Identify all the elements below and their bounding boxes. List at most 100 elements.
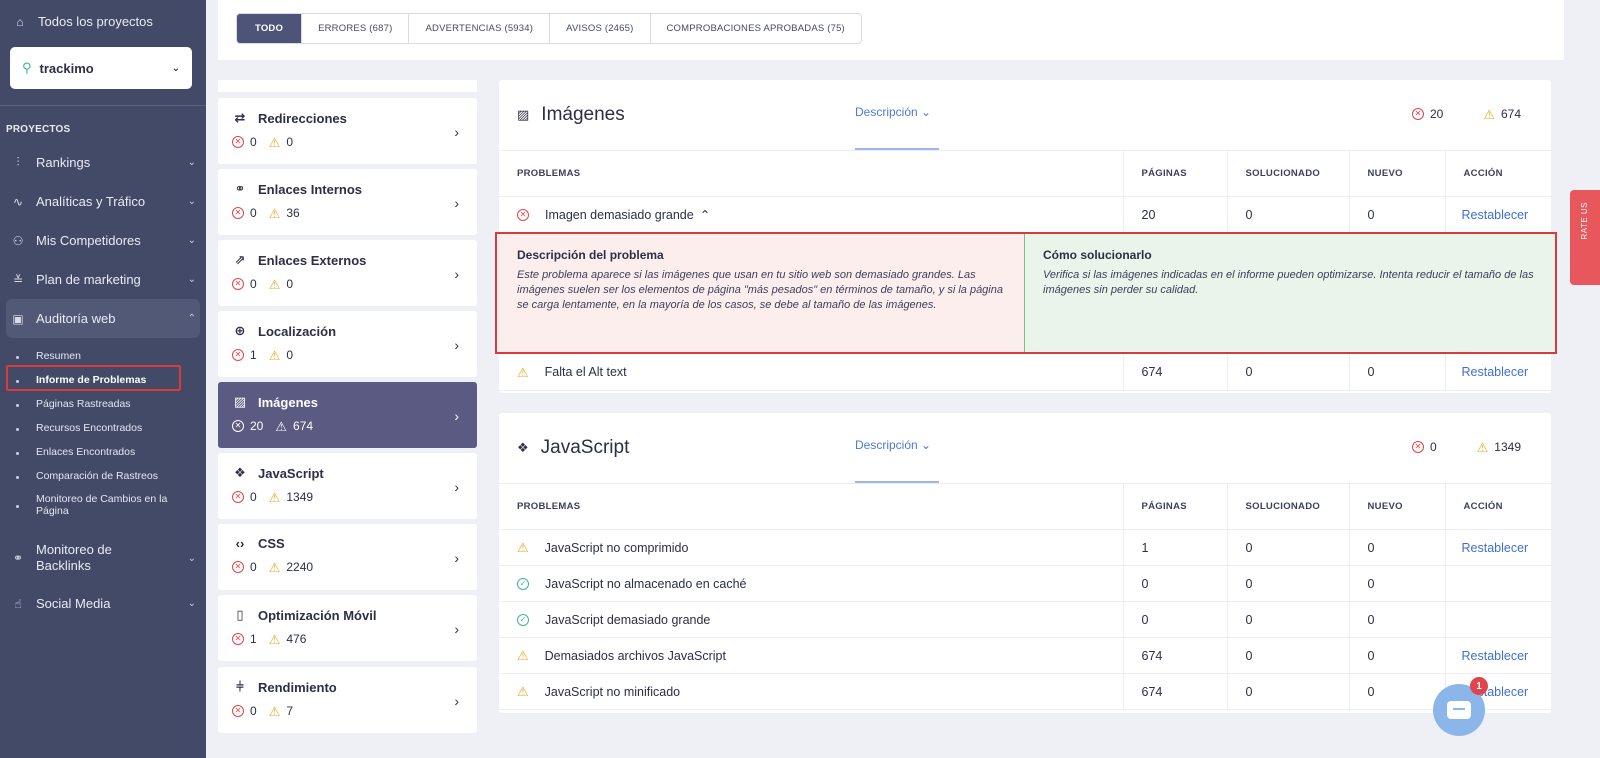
sidebar-item-label: Monitoreo de Backlinks	[36, 542, 112, 573]
sidebar-item-competitors[interactable]: ⚇ Mis Competidores ⌄	[0, 221, 206, 260]
new-cell: 0	[1349, 529, 1446, 566]
sliders-icon: ⫩	[236, 679, 244, 694]
table-row[interactable]: ✓ JavaScript demasiado grande 0 0 0	[499, 601, 1551, 638]
chevron-right-icon: ›	[454, 550, 459, 566]
sidebar-item-backlinks[interactable]: ⚭ Monitoreo de Backlinks ⌄	[0, 532, 206, 584]
fixed-cell: 0	[1227, 565, 1350, 602]
warning-count: 0	[286, 277, 294, 291]
chevron-right-icon: ›	[454, 479, 459, 495]
issue-name: JavaScript no minificado	[544, 684, 681, 699]
tab-warnings[interactable]: ADVERTENCIAS (5934)	[409, 14, 551, 43]
category-item-mobile-optimization[interactable]: ▯ Optimización Móvil ✕ 1 ⚠ 476 ›	[218, 595, 477, 661]
chevron-down-icon: ⌄	[187, 235, 196, 246]
warning-count: 7	[286, 704, 294, 718]
sidebar-subitem-page-change-monitor[interactable]: Monitoreo de Cambios en la Página	[0, 488, 206, 522]
how-to-fix-title: Cómo solucionarlo	[1043, 248, 1152, 262]
error-icon: ✕	[1411, 108, 1424, 120]
sidebar-subitem-crawled-pages[interactable]: Páginas Rastreadas	[0, 392, 206, 416]
reset-link[interactable]: Restablecer	[1462, 365, 1529, 379]
chevron-down-icon: ⌄	[921, 438, 932, 452]
category-title: Imágenes	[258, 394, 318, 410]
pages-cell: 1	[1123, 529, 1228, 566]
description-toggle[interactable]: Descripción ⌄	[855, 105, 931, 119]
new-cell: 0	[1349, 196, 1446, 233]
issues-table: PROBLEMAS PÁGINAS SOLUCIONADO NUEVO ACCI…	[499, 483, 1551, 710]
tab-notices[interactable]: AVISOS (2465)	[550, 14, 651, 43]
how-to-fix-text: Verifica si las imágenes indicadas en el…	[1043, 269, 1534, 296]
reset-link[interactable]: Restablecer	[1462, 208, 1529, 222]
panel-warning-count: 674	[1500, 107, 1521, 121]
project-selector[interactable]: ⚲ trackimo ⌄	[10, 47, 192, 89]
chevron-down-icon: ⌄	[171, 62, 180, 74]
cube-icon: ❖	[234, 465, 246, 480]
error-icon: ✕	[232, 207, 244, 219]
new-cell: 0	[1349, 637, 1446, 674]
tab-errors[interactable]: ERRORES (687)	[302, 14, 410, 43]
sidebar-item-social-media[interactable]: ☝ Social Media ⌄	[0, 584, 206, 623]
category-list: ⇄ Redirecciones ✕ 0 ⚠ 0 › ⚭ Enlaces Internos …	[218, 80, 478, 758]
error-icon: ✕	[232, 705, 244, 717]
new-cell: 0	[1349, 354, 1446, 391]
users-icon: ⚇	[12, 233, 24, 248]
category-title: Optimización Móvil	[258, 607, 377, 623]
issue-name: JavaScript no comprimido	[544, 540, 689, 555]
pages-cell: 0	[1123, 565, 1228, 602]
category-item-performance[interactable]: ⫩ Rendimiento ✕ 0 ⚠ 7 ›	[218, 667, 477, 733]
all-projects-label: Todos los proyectos	[38, 14, 153, 29]
description-toggle[interactable]: Descripción ⌄	[855, 438, 931, 452]
category-item-partial	[218, 80, 477, 92]
table-row[interactable]: ⚠ JavaScript no minificado 674 0 0 Restab…	[499, 673, 1551, 710]
table-row[interactable]: ⚠ JavaScript no comprimido 1 0 0 Restable…	[499, 529, 1551, 566]
pages-cell: 0	[1123, 601, 1228, 638]
problem-description: Descripción del problema Este problema a…	[497, 234, 1025, 352]
panel-warning-count-group: ⚠ 674	[1483, 107, 1521, 121]
issue-name: Imagen demasiado grande	[545, 207, 694, 222]
all-projects-link[interactable]: ⌂ Todos los proyectos	[0, 0, 206, 43]
cube-icon: ❖	[517, 440, 529, 455]
sidebar-subitem-found-links[interactable]: Enlaces Encontrados	[0, 440, 206, 464]
sidebar-item-rankings[interactable]: ⫶ Rankings ⌄	[0, 143, 206, 182]
category-title: JavaScript	[258, 465, 324, 481]
table-row[interactable]: ✕ Imagen demasiado grande ⌃ 20 0 0 Restabl…	[499, 196, 1551, 233]
category-item-javascript[interactable]: ❖ JavaScript ✕ 0 ⚠ 1349 ›	[218, 453, 477, 519]
panel-error-count: 0	[1429, 440, 1437, 454]
category-item-redirects[interactable]: ⇄ Redirecciones ✕ 0 ⚠ 0 ›	[218, 98, 477, 164]
panel-title: JavaScript	[540, 437, 630, 458]
warning-icon: ⚠	[517, 540, 529, 555]
panel-warning-count-group: ⚠ 1349	[1477, 440, 1521, 454]
thumbs-up-icon: ☝	[14, 596, 22, 611]
sidebar-item-analytics[interactable]: ∿ Analíticas y Tráfico ⌄	[0, 182, 206, 221]
tab-all[interactable]: TODO	[237, 14, 303, 43]
category-item-internal-links[interactable]: ⚭ Enlaces Internos ✕ 0 ⚠ 36 ›	[218, 169, 477, 235]
warning-icon: ⚠	[268, 134, 281, 150]
chevron-up-icon[interactable]: ⌃	[700, 207, 710, 222]
reset-link[interactable]: Restablecer	[1462, 649, 1529, 663]
sidebar-item-marketing-plan[interactable]: ≚ Plan de marketing ⌄	[0, 260, 206, 299]
sidebar-subitem-crawl-comparison[interactable]: Comparación de Rastreos	[0, 464, 206, 488]
sidebar-subitem-found-resources[interactable]: Recursos Encontrados	[0, 416, 206, 440]
warning-count: 36	[286, 206, 300, 220]
sidebar-item-web-audit[interactable]: ▣ Auditoría web ⌃	[6, 299, 200, 338]
error-count: 0	[250, 704, 257, 718]
tab-passed-checks[interactable]: COMPROBACIONES APROBADAS (75)	[651, 14, 861, 43]
filter-tabs: TODO ERRORES (687) ADVERTENCIAS (5934) A…	[236, 13, 862, 44]
category-item-localization[interactable]: ⊕ Localización ✕ 1 ⚠ 0 ›	[218, 311, 477, 377]
reset-link[interactable]: Restablecer	[1462, 541, 1529, 555]
category-item-css[interactable]: ‹› CSS ✕ 0 ⚠ 2240 ›	[218, 524, 477, 590]
table-row[interactable]: ✓ JavaScript no almacenado en caché 0 0 0	[499, 565, 1551, 602]
sidebar-item-label: Analíticas y Tráfico	[36, 194, 146, 209]
warning-icon: ⚠	[268, 276, 281, 292]
check-icon: ✓	[517, 577, 529, 590]
warning-icon: ⚠	[1476, 439, 1489, 455]
bar-chart-icon: ⫶	[16, 155, 20, 169]
warning-icon: ⚠	[268, 347, 281, 363]
category-item-images[interactable]: ▨ Imágenes ✕ 20 ⚠ 674 ›	[218, 382, 477, 448]
category-item-external-links[interactable]: ⇗ Enlaces Externos ✕ 0 ⚠ 0 ›	[218, 240, 477, 306]
fixed-cell: 0	[1227, 673, 1350, 710]
globe-icon: ⊕	[234, 323, 246, 338]
rate-us-tab[interactable]: RATE US	[1570, 190, 1600, 285]
image-icon: ▨	[517, 107, 530, 122]
table-row[interactable]: ⚠ Demasiados archivos JavaScript 674 0 0 …	[499, 637, 1551, 674]
fixed-cell: 0	[1227, 529, 1350, 566]
table-row[interactable]: ⚠ Falta el Alt text 674 0 0 Restablecer	[499, 354, 1551, 391]
